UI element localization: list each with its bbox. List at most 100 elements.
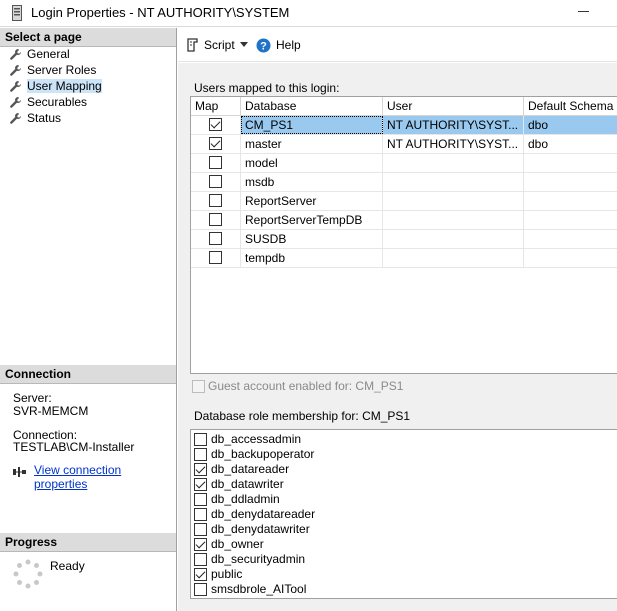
- nav-item-general[interactable]: General: [9, 46, 70, 62]
- map-checkbox[interactable]: [209, 156, 222, 169]
- user-cell[interactable]: [383, 173, 524, 191]
- wrench-icon: [10, 112, 22, 124]
- map-checkbox[interactable]: [209, 251, 222, 264]
- role-item-db-datareader[interactable]: db_datareader: [191, 462, 617, 477]
- role-checkbox[interactable]: [194, 538, 207, 551]
- help-label: Help: [276, 38, 301, 52]
- role-checkbox[interactable]: [194, 478, 207, 491]
- wrench-icon: [10, 96, 22, 108]
- table-row[interactable]: CM_PS1 NT AUTHORITY\SYST... dbo: [191, 116, 617, 135]
- user-cell[interactable]: [383, 154, 524, 172]
- database-cell: msdb: [241, 173, 383, 191]
- nav-item-status[interactable]: Status: [9, 110, 61, 126]
- svg-text:?: ?: [260, 40, 267, 52]
- map-cell: [191, 192, 241, 210]
- table-row[interactable]: msdb: [191, 173, 617, 192]
- schema-cell[interactable]: [524, 230, 617, 248]
- database-cell: tempdb: [241, 249, 383, 267]
- wrench-icon: [10, 64, 22, 76]
- role-membership-label: Database role membership for: CM_PS1: [194, 409, 411, 423]
- left-pane: Select a page General Server Roles User …: [0, 28, 177, 611]
- table-row[interactable]: tempdb: [191, 249, 617, 268]
- map-checkbox[interactable]: [209, 194, 222, 207]
- schema-cell[interactable]: [524, 211, 617, 229]
- schema-cell[interactable]: dbo: [524, 116, 617, 134]
- user-cell[interactable]: NT AUTHORITY\SYST...: [383, 135, 524, 153]
- map-checkbox[interactable]: [209, 175, 222, 188]
- progress-spinner-icon: [13, 559, 43, 589]
- nav-item-securables[interactable]: Securables: [9, 94, 87, 110]
- role-item-db-backupoperator[interactable]: db_backupoperator: [191, 447, 617, 462]
- role-checkbox[interactable]: [194, 433, 207, 446]
- nav-label: User Mapping: [27, 79, 102, 93]
- script-dropdown-arrow[interactable]: [240, 42, 248, 47]
- role-checkbox[interactable]: [194, 523, 207, 536]
- users-mapped-grid[interactable]: Map Database User Default Schema CM_PS1 …: [190, 96, 617, 374]
- user-cell[interactable]: [383, 249, 524, 267]
- table-row[interactable]: master NT AUTHORITY\SYST... dbo: [191, 135, 617, 154]
- column-header-map[interactable]: Map: [191, 97, 241, 116]
- user-cell[interactable]: [383, 192, 524, 210]
- nav-item-server-roles[interactable]: Server Roles: [9, 62, 96, 78]
- database-cell: ReportServer: [241, 192, 383, 210]
- nav-item-user-mapping[interactable]: User Mapping: [9, 78, 102, 94]
- role-item-db-owner[interactable]: db_owner: [191, 537, 617, 552]
- role-checkbox[interactable]: [194, 583, 207, 596]
- column-header-user[interactable]: User: [383, 97, 524, 116]
- map-checkbox[interactable]: [209, 213, 222, 226]
- table-row[interactable]: ReportServerTempDB: [191, 211, 617, 230]
- user-cell[interactable]: [383, 230, 524, 248]
- role-item-db-securityadmin[interactable]: db_securityadmin: [191, 552, 617, 567]
- schema-cell[interactable]: [524, 249, 617, 267]
- map-checkbox[interactable]: [209, 137, 222, 150]
- schema-cell[interactable]: [524, 192, 617, 210]
- schema-cell[interactable]: [524, 154, 617, 172]
- toolbar: Script ? Help: [178, 28, 617, 62]
- column-header-database[interactable]: Database: [241, 97, 383, 116]
- script-button[interactable]: Script: [186, 37, 235, 53]
- role-item-db-denydatareader[interactable]: db_denydatareader: [191, 507, 617, 522]
- help-button[interactable]: ? Help: [256, 37, 301, 53]
- user-cell[interactable]: [383, 211, 524, 229]
- nav-label: General: [27, 47, 70, 61]
- map-checkbox[interactable]: [209, 232, 222, 245]
- role-label: db_accessadmin: [211, 432, 302, 446]
- map-cell: [191, 154, 241, 172]
- server-label: Server:: [13, 391, 52, 405]
- database-cell: SUSDB: [241, 230, 383, 248]
- role-item-db-ddladmin[interactable]: db_ddladmin: [191, 492, 617, 507]
- user-mapping-panel: Users mapped to this login: Map Database…: [178, 63, 617, 611]
- column-header-default-schema[interactable]: Default Schema: [524, 97, 617, 116]
- role-checkbox[interactable]: [194, 448, 207, 461]
- table-row[interactable]: ReportServer: [191, 192, 617, 211]
- user-cell[interactable]: NT AUTHORITY\SYST...: [383, 116, 524, 134]
- role-checkbox[interactable]: [194, 463, 207, 476]
- connection-value: TESTLAB\CM-Installer: [13, 440, 135, 454]
- table-row[interactable]: SUSDB: [191, 230, 617, 249]
- nav-label: Securables: [27, 95, 88, 109]
- role-item-db-accessadmin[interactable]: db_accessadmin: [191, 432, 617, 447]
- role-item-db-datawriter[interactable]: db_datawriter: [191, 477, 617, 492]
- guest-account-label: Guest account enabled for: CM_PS1: [208, 379, 404, 393]
- role-item-db-denydatawriter[interactable]: db_denydatawriter: [191, 522, 617, 537]
- role-checkbox[interactable]: [194, 568, 207, 581]
- role-membership-list[interactable]: db_accessadmin db_backupoperator db_data…: [190, 429, 617, 599]
- map-cell: [191, 230, 241, 248]
- database-cell: ReportServerTempDB: [241, 211, 383, 229]
- role-checkbox[interactable]: [194, 553, 207, 566]
- horizontal-scrollbar[interactable]: [190, 599, 617, 611]
- role-checkbox[interactable]: [194, 508, 207, 521]
- role-item-public[interactable]: public: [191, 567, 617, 582]
- role-item-smsdbrole-aitool[interactable]: smsdbrole_AITool: [191, 582, 617, 597]
- server-value: SVR-MEMCM: [13, 404, 89, 418]
- map-checkbox[interactable]: [209, 118, 222, 131]
- nav-label: Status: [27, 111, 62, 125]
- role-checkbox[interactable]: [194, 493, 207, 506]
- schema-cell[interactable]: [524, 173, 617, 191]
- database-cell: master: [241, 135, 383, 153]
- table-row[interactable]: model: [191, 154, 617, 173]
- schema-cell[interactable]: dbo: [524, 135, 617, 153]
- grid-header: Map Database User Default Schema: [191, 97, 617, 116]
- minimize-button[interactable]: [572, 2, 612, 24]
- view-connection-properties-link[interactable]: View connection properties: [34, 463, 176, 491]
